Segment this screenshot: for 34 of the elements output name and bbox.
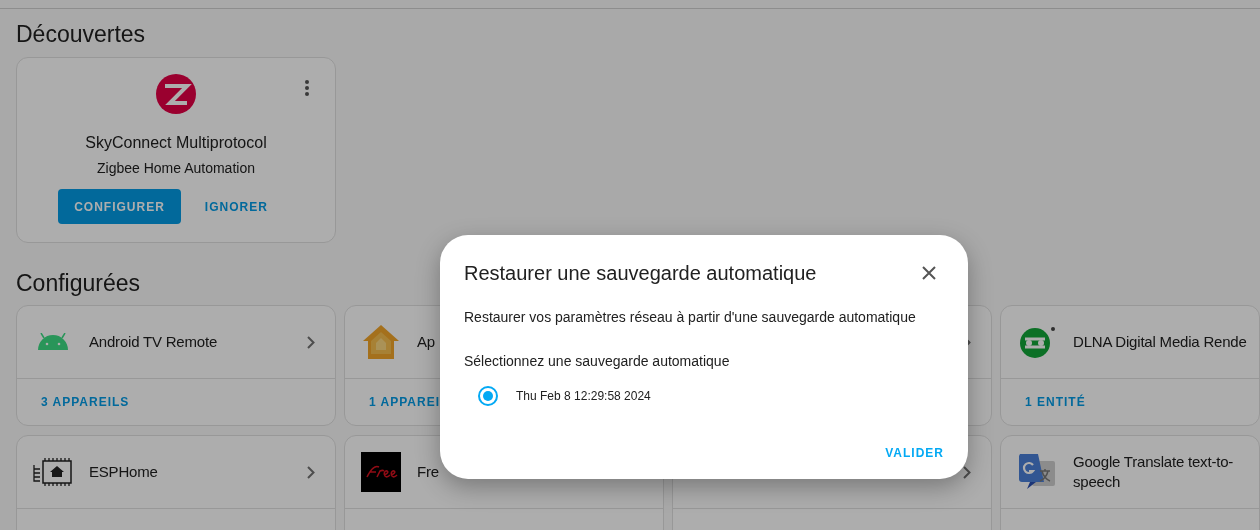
chip-icon: [33, 457, 73, 487]
integration-card[interactable]: Android TV Remote 3 APPAREILS: [16, 305, 336, 426]
zigbee-logo-icon: [156, 74, 196, 114]
validate-button[interactable]: VALIDER: [885, 438, 944, 468]
devices-link[interactable]: 3 APPAREILS: [41, 395, 130, 409]
close-icon[interactable]: [922, 266, 936, 280]
radio-button[interactable]: [478, 386, 498, 406]
integration-name: DLNA Digital Media Rende: [1073, 332, 1248, 352]
free-logo-icon: [361, 452, 401, 492]
android-icon: [37, 333, 69, 351]
dialog-description: Restaurer vos paramètres réseau à partir d'une sauvegarde automatique: [464, 308, 917, 326]
integration-name: Android TV Remote: [89, 332, 219, 352]
configure-button[interactable]: CONFIGURER: [58, 189, 181, 224]
devices-link[interactable]: 1 APPAREI: [369, 395, 440, 409]
section-heading: Configurées: [16, 269, 141, 297]
integration-subtitle: Zigbee Home Automation: [97, 159, 255, 177]
integration-name: SkyConnect Multiprotocol: [85, 133, 267, 153]
integration-card[interactable]: ESPHome: [16, 435, 336, 530]
integration-card[interactable]: Google Translate text-to-speech: [1000, 435, 1260, 530]
devices-link[interactable]: 1 ENTITÉ: [1025, 395, 1086, 409]
translate-icon: [1018, 453, 1056, 491]
integration-name: Ap: [417, 332, 436, 352]
backup-option-label: Thu Feb 8 12:29:58 2024: [516, 389, 651, 403]
house-icon: [362, 324, 400, 360]
integration-name: Google Translate text-to-speech: [1073, 452, 1235, 492]
dialog-prompt: Sélectionnez une sauvegarde automatique: [464, 352, 731, 370]
integration-name: Fre: [417, 462, 440, 482]
more-options-icon[interactable]: [305, 80, 309, 96]
ignore-button[interactable]: IGNORER: [188, 189, 284, 224]
integration-name: ESPHome: [89, 462, 159, 482]
section-heading: Découvertes: [16, 20, 146, 48]
dlna-logo-icon: [1017, 325, 1057, 359]
integration-card[interactable]: DLNA Digital Media Rende 1 ENTITÉ: [1000, 305, 1260, 426]
dialog-title: Restaurer une sauvegarde automatique: [464, 261, 817, 286]
